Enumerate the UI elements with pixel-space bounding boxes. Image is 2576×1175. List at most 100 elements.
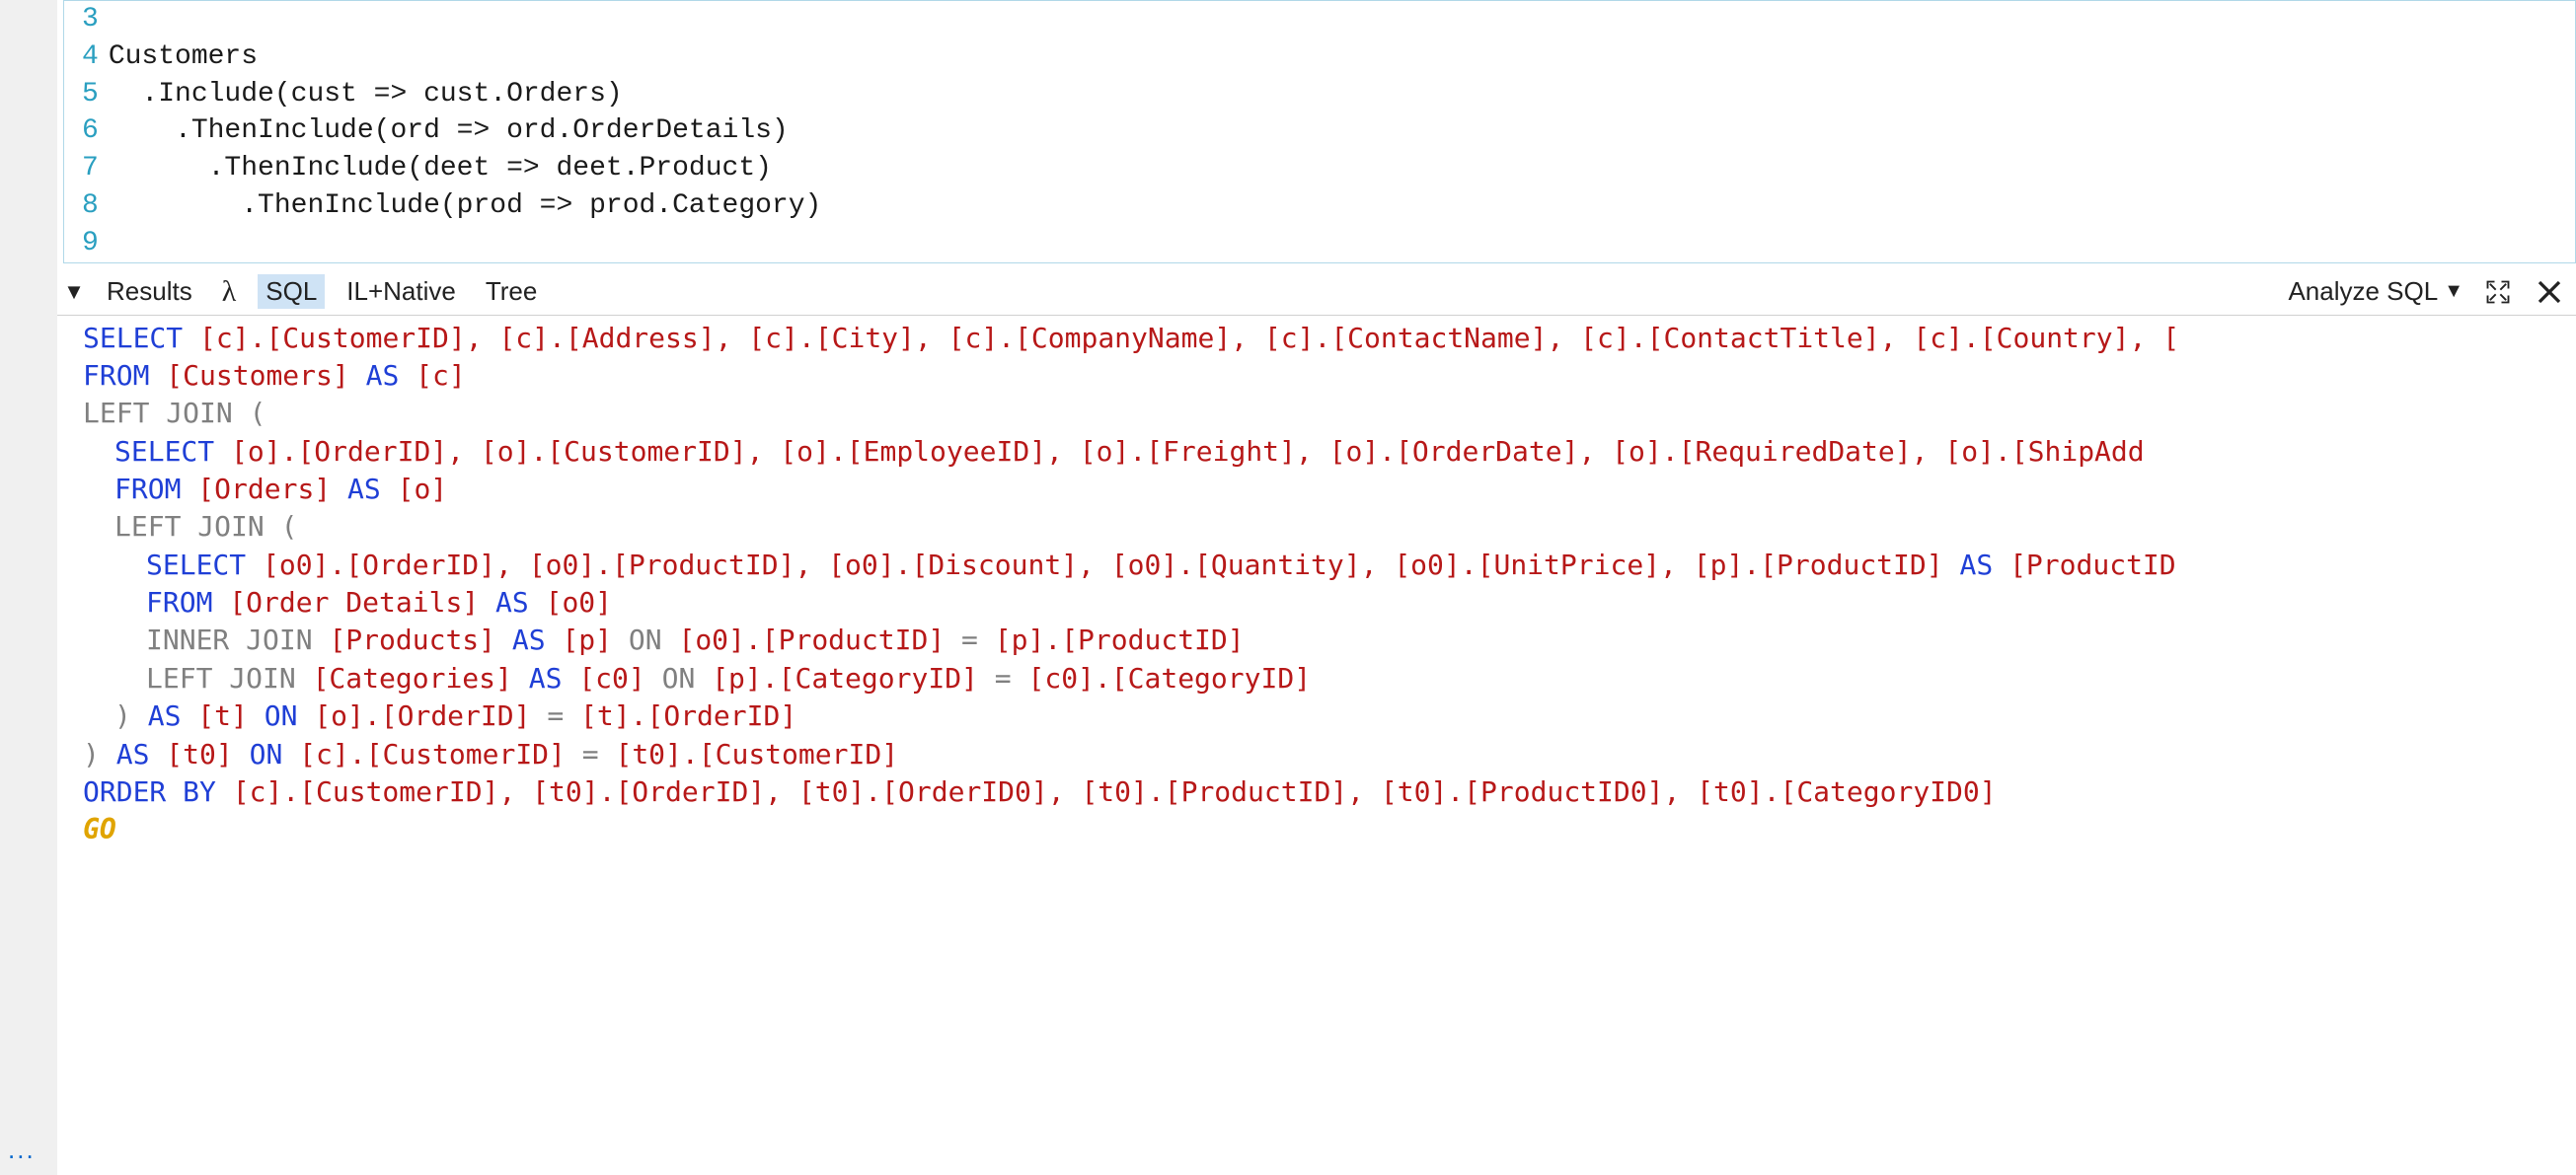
sql-keyword: INNER JOIN	[146, 624, 329, 656]
sql-line: ORDER BY [c].[CustomerID], [t0].[OrderID…	[83, 773, 2576, 811]
tab-results[interactable]: Results	[99, 274, 200, 309]
code-line	[109, 225, 822, 262]
sql-line: LEFT JOIN [Categories] AS [c0] ON [p].[C…	[83, 660, 2576, 698]
analyze-sql-dropdown[interactable]: Analyze SQL ▼	[2288, 276, 2463, 307]
sql-go: GO	[83, 813, 116, 845]
sql-keyword: AS	[347, 473, 398, 505]
code-line: .ThenInclude(ord => ord.OrderDetails)	[109, 112, 822, 150]
sql-identifier: [Categories]	[313, 662, 529, 695]
sql-identifier: [c].[CustomerID], [t0].[OrderID], [t0].[…	[233, 775, 1997, 808]
sql-punct: (	[281, 510, 298, 543]
sql-identifier: [t0]	[166, 738, 249, 771]
sql-keyword: SELECT	[146, 549, 263, 581]
sql-keyword: SELECT	[114, 435, 231, 468]
code-content[interactable]: Customers .Include(cust => cust.Orders) …	[109, 1, 822, 262]
gutter-ellipsis[interactable]: ...	[8, 1135, 36, 1165]
sql-keyword: AS	[366, 359, 417, 392]
sql-line: ) AS [t0] ON [c].[CustomerID] = [t0].[Cu…	[83, 736, 2576, 773]
code-line: .ThenInclude(deet => deet.Product)	[109, 150, 822, 187]
sql-identifier: [Order Details]	[229, 586, 495, 619]
sql-keyword: LEFT JOIN	[146, 662, 313, 695]
code-line	[109, 1, 822, 38]
code-line: Customers	[109, 38, 822, 76]
sql-identifier: [Orders]	[197, 473, 347, 505]
sql-keyword: ON	[250, 738, 300, 771]
code-editor[interactable]: 3456789 Customers .Include(cust => cust.…	[63, 0, 2576, 263]
sql-keyword: AS	[529, 662, 579, 695]
tab-tree[interactable]: Tree	[478, 274, 546, 309]
collapse-icon[interactable]: ▼	[63, 279, 85, 305]
sql-identifier: [o]	[398, 473, 448, 505]
analyze-sql-label: Analyze SQL	[2288, 276, 2438, 307]
sql-identifier: [Customers]	[166, 359, 365, 392]
sql-line: GO	[83, 811, 2576, 848]
line-number-gutter: 3456789	[64, 1, 109, 262]
sql-line: ) AS [t] ON [o].[OrderID] = [t].[OrderID…	[83, 698, 2576, 735]
sql-identifier: [c]	[416, 359, 466, 392]
left-gutter: ...	[0, 0, 57, 1175]
sql-line: LEFT JOIN (	[83, 395, 2576, 432]
sql-output-pane[interactable]: SELECT [c].[CustomerID], [c].[Address], …	[57, 315, 2576, 849]
sql-identifier: [c].[CustomerID]	[299, 738, 582, 771]
line-number: 7	[82, 150, 99, 187]
sql-keyword: AS	[148, 699, 198, 732]
sql-identifier: [ProductID	[2009, 549, 2176, 581]
line-number: 3	[82, 1, 99, 38]
sql-line: FROM [Orders] AS [o]	[83, 471, 2576, 508]
sql-punct: )	[83, 738, 116, 771]
sql-keyword: ON	[265, 699, 315, 732]
sql-line: INNER JOIN [Products] AS [p] ON [o0].[Pr…	[83, 622, 2576, 659]
sql-identifier: [c].[CustomerID], [c].[Address], [c].[Ci…	[199, 322, 2179, 354]
sql-keyword: ON	[662, 662, 713, 695]
sql-punct: =	[582, 738, 616, 771]
tab-lambda[interactable]: λ	[214, 273, 245, 311]
sql-keyword: AS	[116, 738, 167, 771]
code-line: .Include(cust => cust.Orders)	[109, 76, 822, 113]
sql-punct: )	[114, 699, 148, 732]
sql-punct: =	[961, 624, 995, 656]
sql-identifier: [p].[ProductID]	[995, 624, 1245, 656]
sql-identifier: [o].[OrderID]	[314, 699, 547, 732]
sql-keyword: LEFT JOIN	[114, 510, 281, 543]
sql-line: LEFT JOIN (	[83, 508, 2576, 546]
line-number: 6	[82, 112, 99, 150]
sql-keyword: AS	[512, 624, 563, 656]
sql-identifier: [o].[OrderID], [o].[CustomerID], [o].[Em…	[231, 435, 2145, 468]
line-number: 5	[82, 76, 99, 113]
sql-line: SELECT [o].[OrderID], [o].[CustomerID], …	[83, 433, 2576, 471]
expand-icon[interactable]	[2481, 275, 2515, 309]
sql-identifier: [Products]	[329, 624, 511, 656]
line-number: 9	[82, 225, 99, 262]
code-line: .ThenInclude(prod => prod.Category)	[109, 187, 822, 225]
sql-line: FROM [Customers] AS [c]	[83, 357, 2576, 395]
results-tab-bar: ▼ Results λ SQL IL+Native Tree Analyze S…	[57, 269, 2576, 315]
sql-line: FROM [Order Details] AS [o0]	[83, 584, 2576, 622]
sql-keyword: FROM	[146, 586, 229, 619]
close-icon[interactable]	[2533, 275, 2566, 309]
tab-sql[interactable]: SQL	[258, 274, 325, 309]
sql-keyword: LEFT JOIN	[83, 397, 250, 429]
sql-line: SELECT [c].[CustomerID], [c].[Address], …	[83, 320, 2576, 357]
sql-identifier: [o0].[OrderID], [o0].[ProductID], [o0].[…	[263, 549, 1959, 581]
sql-identifier: [p]	[562, 624, 628, 656]
sql-keyword: FROM	[114, 473, 197, 505]
line-number: 8	[82, 187, 99, 225]
sql-identifier: [o0].[ProductID]	[678, 624, 961, 656]
sql-keyword: AS	[495, 586, 546, 619]
sql-keyword: ON	[629, 624, 679, 656]
sql-punct: =	[995, 662, 1028, 695]
sql-keyword: ORDER BY	[83, 775, 233, 808]
sql-keyword: FROM	[83, 359, 166, 392]
tab-il-native[interactable]: IL+Native	[339, 274, 464, 309]
sql-identifier: [c0]	[578, 662, 661, 695]
sql-identifier: [o0]	[546, 586, 612, 619]
sql-identifier: [t]	[197, 699, 264, 732]
sql-keyword: AS	[1959, 549, 2009, 581]
line-number: 4	[82, 38, 99, 76]
sql-identifier: [t].[OrderID]	[580, 699, 796, 732]
sql-line: SELECT [o0].[OrderID], [o0].[ProductID],…	[83, 547, 2576, 584]
sql-punct: (	[250, 397, 266, 429]
sql-identifier: [t0].[CustomerID]	[615, 738, 898, 771]
sql-identifier: [p].[CategoryID]	[712, 662, 995, 695]
sql-identifier: [c0].[CategoryID]	[1027, 662, 1311, 695]
